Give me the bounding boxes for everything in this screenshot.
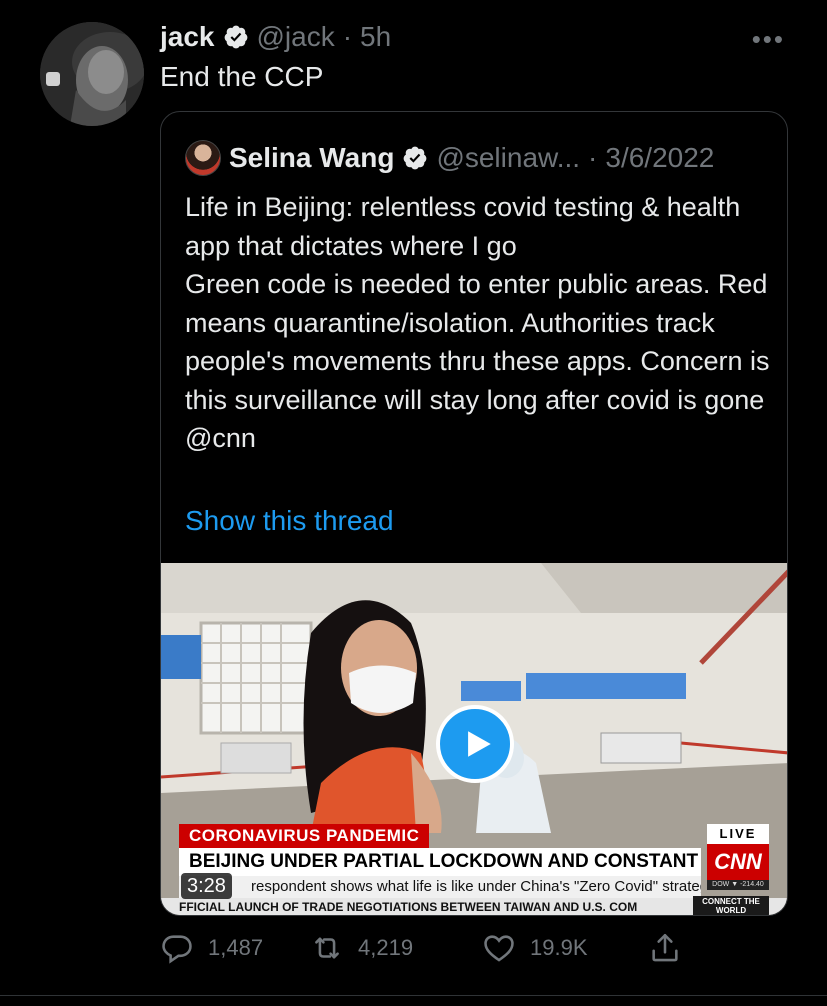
video-duration: 3:28 — [181, 873, 232, 899]
like-button[interactable]: 19.9K — [482, 931, 588, 965]
live-badge: LIVE — [707, 824, 769, 844]
like-count: 19.9K — [530, 935, 588, 960]
quoted-tweet-header: Selina Wang @selinaw... · 3/6/2022 — [185, 140, 714, 176]
author-name[interactable]: jack — [160, 21, 215, 53]
verified-badge-icon — [224, 25, 247, 49]
play-icon — [468, 731, 491, 757]
more-icon[interactable]: ••• — [752, 24, 785, 55]
author-avatar[interactable] — [40, 22, 144, 126]
play-button[interactable] — [436, 705, 514, 783]
like-icon — [484, 935, 514, 962]
reply-count: 1,487 — [208, 935, 264, 960]
share-button[interactable] — [648, 931, 682, 965]
quoted-author-avatar — [185, 140, 221, 176]
retweet-button[interactable]: 4,219 — [310, 931, 413, 965]
retweet-count: 4,219 — [358, 935, 414, 960]
tweet-header: jack @jack · 5h — [160, 20, 391, 54]
quoted-author-name: Selina Wang — [229, 142, 395, 173]
divider — [0, 995, 827, 996]
reply-button[interactable]: 1,487 — [160, 931, 263, 965]
quoted-tweet-date: 3/6/2022 — [605, 142, 715, 173]
author-handle[interactable]: @jack — [257, 21, 335, 53]
verified-badge-icon — [404, 146, 427, 170]
chyron-subtitle: respondent shows what life is like under… — [179, 876, 701, 898]
tweet-text: End the CCP — [160, 61, 324, 92]
video-player[interactable]: CORONAVIRUS PANDEMIC BEIJING UNDER PARTI… — [161, 563, 787, 915]
chyron-tag: CORONAVIRUS PANDEMIC — [179, 824, 430, 848]
separator-dot: · — [342, 21, 353, 52]
program-name: CONNECT THE WORLD — [693, 896, 769, 915]
chyron-headline: BEIJING UNDER PARTIAL LOCKDOWN AND CONST… — [179, 848, 701, 876]
dow-ticker: DOW ▼ -214.40 — [707, 880, 769, 890]
tweet-time[interactable]: 5h — [360, 21, 391, 53]
author-avatar-image — [40, 22, 144, 126]
share-icon — [652, 933, 678, 962]
reply-icon — [162, 935, 192, 964]
quoted-author-handle: @selinaw... — [436, 142, 581, 173]
separator-dot: · — [588, 142, 598, 173]
quoted-tweet-card[interactable]: Selina Wang @selinaw... · 3/6/2022 Life … — [160, 111, 788, 916]
show-thread-link[interactable]: Show this thread — [185, 505, 394, 537]
quoted-tweet-text: Life in Beijing: relentless covid testin… — [185, 192, 770, 453]
retweet-icon — [315, 937, 339, 959]
network-logo: CNN — [707, 844, 769, 880]
